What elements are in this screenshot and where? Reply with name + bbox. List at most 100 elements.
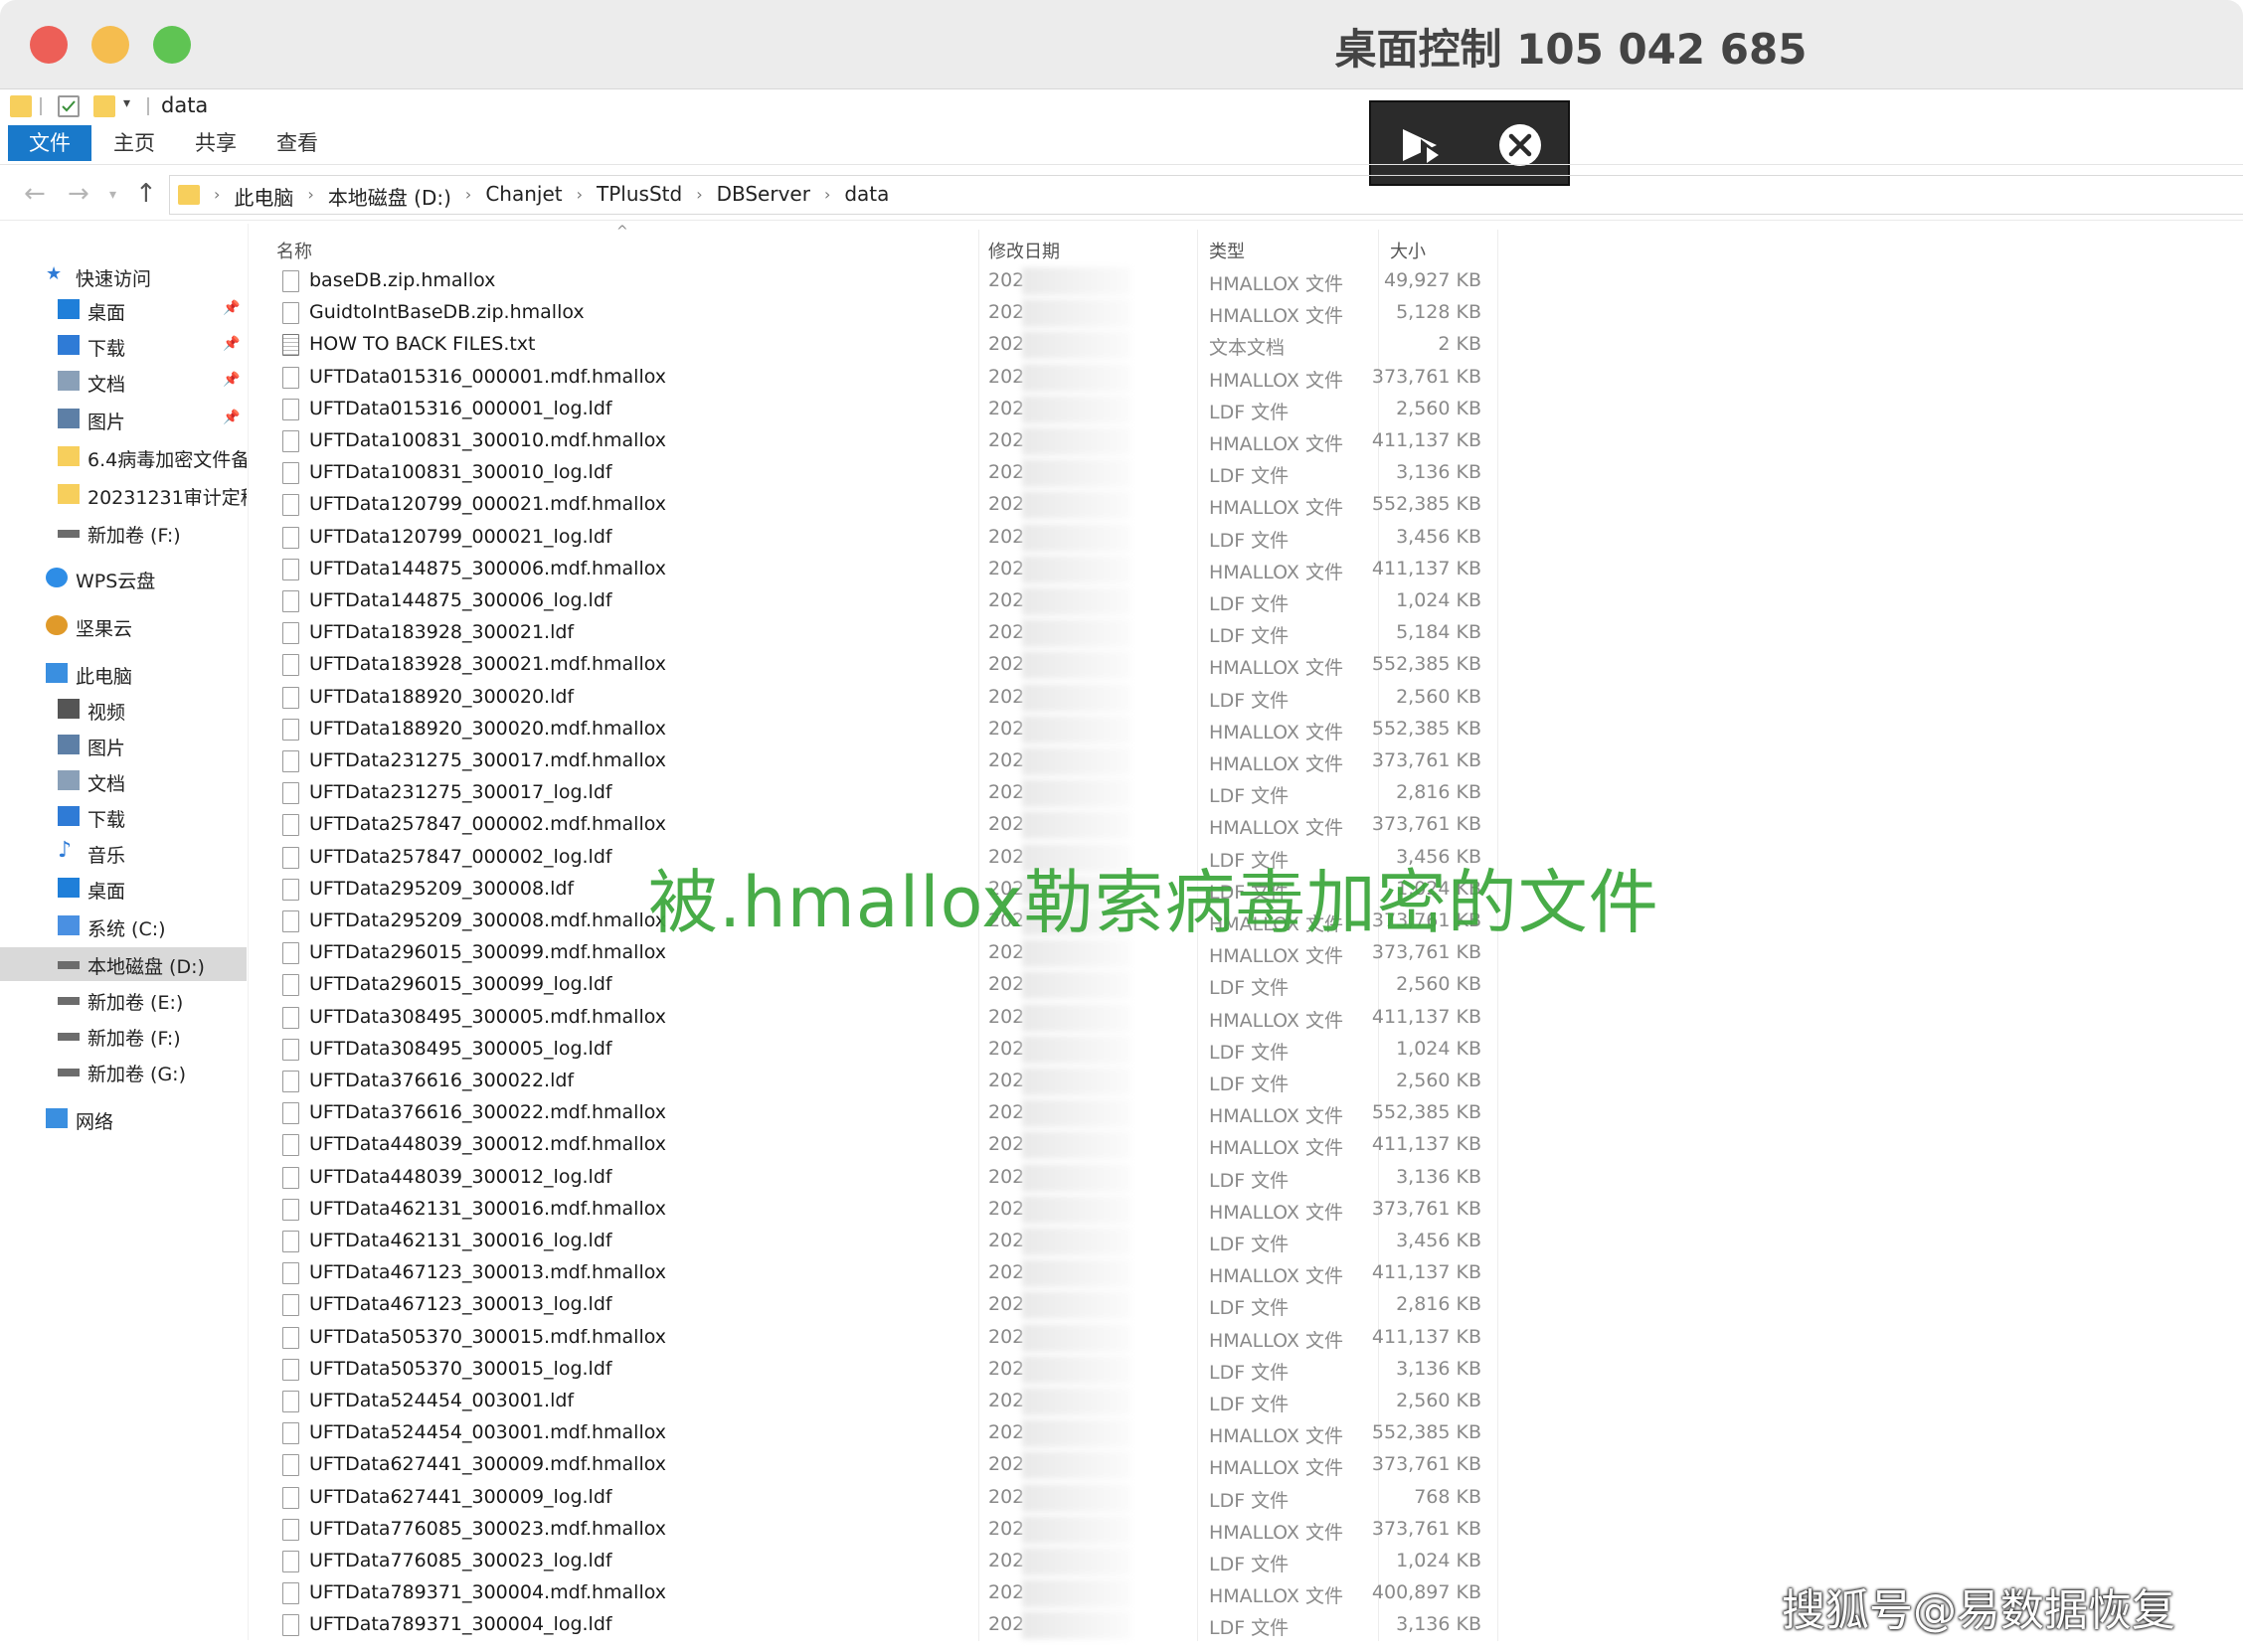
- chevron-right-icon[interactable]: ›: [692, 182, 706, 211]
- table-row[interactable]: UFTData627441_300009_log.ldf 202 LDF 文件 768…: [278, 1482, 1521, 1514]
- table-row[interactable]: UFTData467123_300013.mdf.hmallox 202 HMALL…: [278, 1257, 1521, 1289]
- tab-file[interactable]: 文件: [8, 125, 91, 161]
- nav-item[interactable]: 桌面 📌: [0, 293, 247, 327]
- table-row[interactable]: baseDB.zip.hmallox 202 HMALLOX 文件 49,927 KB: [278, 265, 1521, 297]
- table-row[interactable]: UFTData524454_003001.mdf.hmallox 202 HMALL…: [278, 1417, 1521, 1449]
- table-row[interactable]: UFTData188920_300020.ldf 202 LDF 文件 2,560 K…: [278, 682, 1521, 714]
- table-row[interactable]: HOW TO BACK FILES.txt 202 文本文档 2 KB: [278, 329, 1521, 361]
- breadcrumb-item[interactable]: DBServer: [707, 182, 820, 211]
- new-folder-icon[interactable]: [93, 95, 115, 117]
- table-row[interactable]: UFTData789371_300004_log.ldf 202 LDF 文件 3,1…: [278, 1609, 1521, 1641]
- table-row[interactable]: UFTData144875_300006_log.ldf 202 LDF 文件 1,0…: [278, 585, 1521, 617]
- table-row[interactable]: UFTData789371_300004.mdf.hmallox 202 HMALL…: [278, 1577, 1521, 1609]
- back-arrow-icon[interactable]: ←: [24, 179, 46, 209]
- table-row[interactable]: UFTData231275_300017_log.ldf 202 LDF 文件 2,8…: [278, 777, 1521, 809]
- nav-item[interactable]: 系统 (C:): [0, 909, 247, 943]
- nav-item[interactable]: 桌面: [0, 872, 247, 906]
- chevron-right-icon[interactable]: ›: [303, 182, 317, 211]
- table-row[interactable]: UFTData015316_000001_log.ldf 202 LDF 文件 2,5…: [278, 394, 1521, 425]
- table-row[interactable]: UFTData376616_300022.ldf 202 LDF 文件 2,560 K…: [278, 1066, 1521, 1097]
- table-row[interactable]: UFTData376616_300022.mdf.hmallox 202 HMALL…: [278, 1097, 1521, 1129]
- nav-item[interactable]: 新加卷 (G:): [0, 1055, 247, 1088]
- nav-item[interactable]: WPS云盘: [0, 562, 247, 595]
- table-row[interactable]: UFTData183928_300021.ldf 202 LDF 文件 5,184 K…: [278, 617, 1521, 649]
- properties-check-icon[interactable]: [58, 95, 80, 117]
- table-row[interactable]: UFTData776085_300023_log.ldf 202 LDF 文件 1,0…: [278, 1546, 1521, 1577]
- table-row[interactable]: UFTData120799_000021.mdf.hmallox 202 HMALL…: [278, 489, 1521, 521]
- table-row[interactable]: UFTData308495_300005.mdf.hmallox 202 HMALL…: [278, 1002, 1521, 1034]
- column-header-type[interactable]: 类型: [1209, 238, 1245, 263]
- breadcrumb-item[interactable]: 本地磁盘 (D:): [318, 182, 461, 211]
- table-row[interactable]: UFTData120799_000021_log.ldf 202 LDF 文件 3,4…: [278, 522, 1521, 554]
- table-row[interactable]: UFTData257847_000002.mdf.hmallox 202 HMALL…: [278, 809, 1521, 841]
- column-header-date[interactable]: 修改日期: [988, 238, 1060, 263]
- forward-arrow-icon[interactable]: →: [68, 179, 89, 209]
- table-row[interactable]: UFTData188920_300020.mdf.hmallox 202 HMALL…: [278, 714, 1521, 745]
- breadcrumb-item[interactable]: data: [834, 182, 899, 211]
- table-row[interactable]: GuidtoIntBaseDB.zip.hmallox 202 HMALLOX 文件…: [278, 297, 1521, 329]
- table-row[interactable]: UFTData462131_300016_log.ldf 202 LDF 文件 3,4…: [278, 1226, 1521, 1257]
- nav-item[interactable]: ♪ 音乐: [0, 836, 247, 870]
- file-icon: [282, 1166, 299, 1189]
- chevron-right-icon[interactable]: ›: [820, 182, 834, 211]
- chevron-right-icon[interactable]: ›: [461, 182, 475, 211]
- table-row[interactable]: UFTData505370_300015_log.ldf 202 LDF 文件 3,1…: [278, 1354, 1521, 1386]
- table-row[interactable]: UFTData308495_300005_log.ldf 202 LDF 文件 1,0…: [278, 1034, 1521, 1066]
- nav-item[interactable]: 新加卷 (F:): [0, 516, 247, 550]
- tab-home[interactable]: 主页: [99, 125, 169, 161]
- redacted-date-blur: [1022, 1388, 1131, 1415]
- column-header-size[interactable]: 大小: [1390, 238, 1426, 263]
- table-row[interactable]: UFTData296015_300099_log.ldf 202 LDF 文件 2,5…: [278, 969, 1521, 1001]
- table-row[interactable]: UFTData627441_300009.mdf.hmallox 202 HMALL…: [278, 1449, 1521, 1481]
- file-icon: [282, 718, 299, 741]
- nav-item[interactable]: 图片 📌: [0, 403, 247, 436]
- table-row[interactable]: UFTData231275_300017.mdf.hmallox 202 HMALL…: [278, 745, 1521, 777]
- table-row[interactable]: UFTData776085_300023.mdf.hmallox 202 HMALL…: [278, 1514, 1521, 1546]
- tab-view[interactable]: 查看: [262, 125, 332, 161]
- table-row[interactable]: UFTData448039_300012_log.ldf 202 LDF 文件 3,1…: [278, 1162, 1521, 1194]
- nav-item[interactable]: 新加卷 (F:): [0, 1019, 247, 1053]
- close-window-button[interactable]: [30, 26, 68, 64]
- nav-item[interactable]: 此电脑: [0, 657, 247, 691]
- table-row[interactable]: UFTData462131_300016.mdf.hmallox 202 HMALL…: [278, 1194, 1521, 1226]
- file-size: 2,560 KB: [1396, 397, 1481, 419]
- table-row[interactable]: UFTData467123_300013_log.ldf 202 LDF 文件 2,8…: [278, 1289, 1521, 1321]
- nav-item[interactable]: 6.4病毒加密文件备: [0, 440, 247, 474]
- table-row[interactable]: UFTData448039_300012.mdf.hmallox 202 HMALL…: [278, 1129, 1521, 1161]
- nav-item[interactable]: 网络: [0, 1102, 247, 1136]
- address-bar[interactable]: › 此电脑 › 本地磁盘 (D:) › Chanjet › TPlusStd ›…: [169, 175, 2243, 215]
- table-row[interactable]: UFTData183928_300021.mdf.hmallox 202 HMALL…: [278, 649, 1521, 681]
- zoom-window-button[interactable]: [153, 26, 191, 64]
- recent-locations-icon[interactable]: ▾: [109, 187, 116, 203]
- column-header-name[interactable]: 名称: [276, 238, 312, 263]
- breadcrumb-item[interactable]: TPlusStd: [587, 182, 692, 211]
- tab-share[interactable]: 共享: [181, 125, 251, 161]
- file-size: 552,385 KB: [1371, 493, 1481, 516]
- minimize-window-button[interactable]: [91, 26, 129, 64]
- table-row[interactable]: UFTData100831_300010_log.ldf 202 LDF 文件 3,1…: [278, 457, 1521, 489]
- nav-item[interactable]: 下载 📌: [0, 329, 247, 363]
- nav-item[interactable]: 本地磁盘 (D:): [0, 947, 247, 981]
- nav-item[interactable]: 20231231审计定稿: [0, 478, 247, 512]
- nav-item[interactable]: 视频: [0, 693, 247, 727]
- chevron-right-icon[interactable]: ›: [573, 182, 587, 211]
- nav-item[interactable]: 新加卷 (E:): [0, 983, 247, 1017]
- nav-item[interactable]: 下载: [0, 800, 247, 834]
- nav-item[interactable]: ★ 快速访问: [0, 259, 247, 293]
- file-type: 文本文档: [1209, 337, 1286, 360]
- table-row[interactable]: UFTData505370_300015.mdf.hmallox 202 HMALL…: [278, 1322, 1521, 1354]
- nav-item[interactable]: 坚果云: [0, 609, 247, 643]
- file-icon: [282, 782, 299, 805]
- breadcrumb-item[interactable]: Chanjet: [475, 182, 572, 211]
- nav-item[interactable]: 文档: [0, 764, 247, 798]
- table-row[interactable]: UFTData100831_300010.mdf.hmallox 202 HMALL…: [278, 425, 1521, 457]
- table-row[interactable]: UFTData015316_000001.mdf.hmallox 202 HMALL…: [278, 362, 1521, 394]
- nav-item[interactable]: 图片: [0, 729, 247, 762]
- customize-dropdown-icon[interactable]: ▾: [123, 95, 145, 117]
- file-size: 411,137 KB: [1371, 557, 1481, 579]
- nav-item[interactable]: 文档 📌: [0, 365, 247, 399]
- up-arrow-icon[interactable]: ↑: [135, 179, 157, 209]
- table-row[interactable]: UFTData524454_003001.ldf 202 LDF 文件 2,560 K…: [278, 1386, 1521, 1417]
- breadcrumb-item[interactable]: 此电脑: [224, 182, 303, 211]
- table-row[interactable]: UFTData144875_300006.mdf.hmallox 202 HMALL…: [278, 554, 1521, 585]
